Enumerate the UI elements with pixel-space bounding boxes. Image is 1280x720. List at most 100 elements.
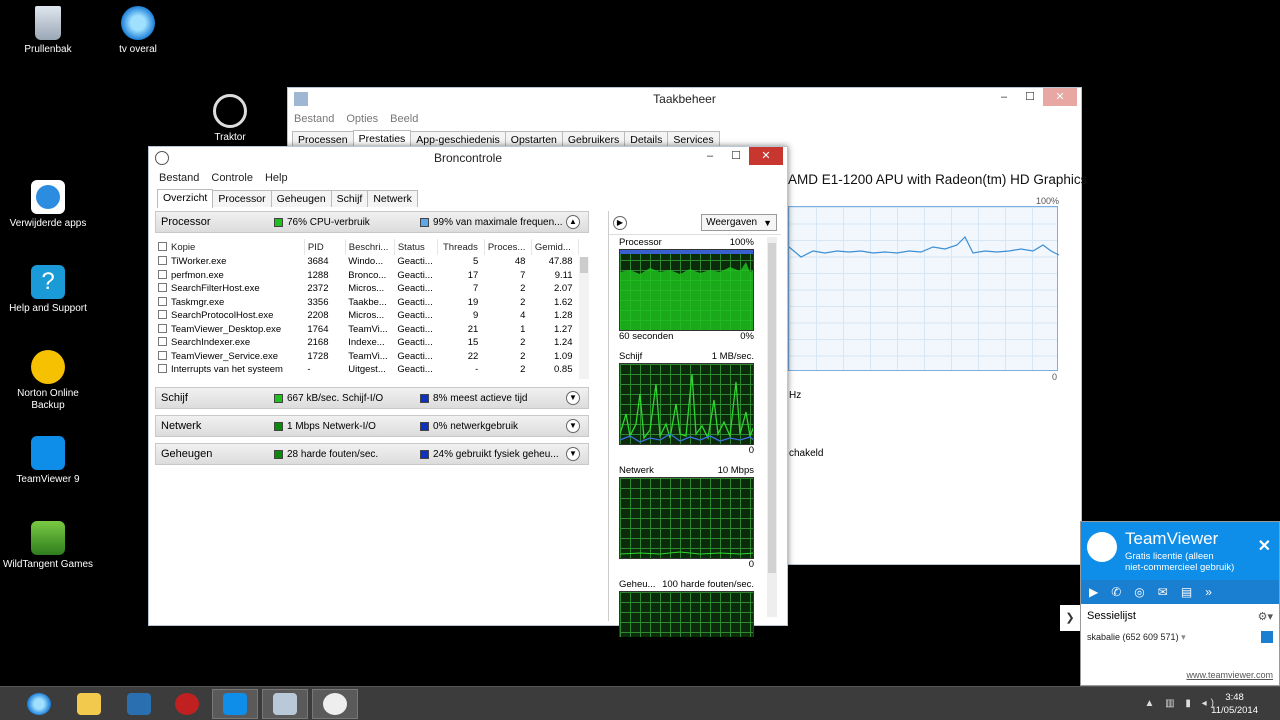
column-description[interactable]: Beschri... [345,239,395,255]
taskbar-task-manager[interactable] [262,689,308,719]
minimize-button[interactable]: – [991,88,1017,106]
desktop-icon-recycle-bin[interactable]: Prullenbak [0,6,96,56]
table-row[interactable]: perfmon.exe 1288 Bronco... Geacti... 17 7 9.11 [155,269,579,283]
table-row[interactable]: SearchProtocolHost.exe 2208 Micros... Geact… [155,309,579,323]
column-pid[interactable]: PID [304,239,346,255]
desktop-icon-removed-apps[interactable]: Verwijderde apps [0,180,96,230]
row-checkbox[interactable] [158,283,167,293]
section-schijf[interactable]: Schijf 667 kB/sec. Schijf-I/O 8% meest a… [155,387,589,409]
row-checkbox[interactable] [158,296,167,306]
teamviewer-name: TeamViewer [1125,529,1219,548]
table-row[interactable]: SearchIndexer.exe 2168 Indexe... Geacti... 1… [155,336,579,350]
table-row[interactable]: Taskmgr.exe 3356 Taakbe... Geacti... 19 2 1.62 [155,296,579,310]
tab-overzicht[interactable]: Overzicht [157,189,214,208]
menu-bestand[interactable]: Bestand [294,113,334,125]
row-checkbox[interactable] [158,350,167,360]
window-title: Taakbeheer [653,92,716,106]
description-cell: Indexe... [348,337,385,349]
collapse-chevron-up-icon[interactable]: ▲ [566,215,580,229]
gear-icon[interactable]: ⚙▾ [1258,610,1273,623]
desktop-icon-norton-backup[interactable]: Norton Online Backup [0,350,96,412]
chevron-down-icon[interactable]: ▾ [1181,632,1186,642]
menu-controle[interactable]: Controle [211,172,253,184]
teamviewer-logo-icon [1087,532,1117,562]
table-row[interactable]: TeamViewer_Desktop.exe 1764 TeamVi... Geact… [155,323,579,337]
row-checkbox[interactable] [158,310,167,320]
folder-icon [77,693,101,715]
row-checkbox[interactable] [158,364,167,374]
task-manager-titlebar[interactable]: Taakbeheer – ☐ ✕ [288,88,1081,110]
session-entry[interactable]: skabalie (652 609 571) ▾ [1081,628,1279,647]
resource-monitor-window: Broncontrole – ☐ ✕ Bestand Controle Help… [148,146,788,637]
expand-chevron-down-icon[interactable]: ▼ [566,419,580,433]
views-dropdown[interactable]: Weergaven ▼ [701,214,777,231]
network-graph [619,477,754,559]
more-icon[interactable]: » [1205,585,1212,599]
tab-processor[interactable]: Processor [212,190,272,207]
taskbar-teamviewer[interactable] [212,689,258,719]
select-all-checkbox[interactable] [158,241,167,251]
table-row[interactable]: TeamViewer_Service.exe 1728 TeamVi... Geact… [155,350,579,364]
taskbar-power-app[interactable] [164,689,210,719]
taskbar-file-explorer[interactable] [66,689,112,719]
teamviewer-panel-toggle[interactable]: ❯ [1060,605,1080,631]
taskbar-resource-monitor[interactable] [312,689,358,719]
desktop-icon-wildtangent[interactable]: WildTangent Games [0,521,96,571]
column-average-cpu[interactable]: Gemid... [531,239,580,255]
scrollbar-thumb[interactable] [768,243,776,573]
teamviewer-link[interactable]: www.teamviewer.com [1186,670,1273,680]
maximize-button[interactable]: ☐ [723,147,749,165]
expand-chevron-down-icon[interactable]: ▼ [566,447,580,461]
headset-icon[interactable]: ◎ [1134,585,1144,599]
scrollbar-thumb[interactable] [580,257,588,273]
table-row[interactable]: Interrupts van het systeem - Uitgest... Gea… [155,363,579,377]
desktop-icon-help-support[interactable]: ? Help and Support [0,265,96,315]
expand-chevron-down-icon[interactable]: ▼ [566,391,580,405]
taskbar-internet-explorer[interactable] [16,689,62,719]
collapse-panel-arrow-icon[interactable]: ▶ [613,215,627,230]
files-icon[interactable]: ▤ [1181,585,1192,599]
phone-icon[interactable]: ✆ [1111,585,1121,599]
description-cell: Micros... [348,310,385,322]
graph-foot-right: 0 [748,445,754,456]
column-cpu[interactable]: Proces... [484,239,532,255]
close-button[interactable]: ✕ [1043,88,1077,106]
table-row[interactable]: TiWorker.exe 3684 Windo... Geacti... 5 48 47.8… [155,255,579,269]
tab-geheugen[interactable]: Geheugen [270,190,332,207]
menu-opties[interactable]: Opties [346,113,378,125]
desktop-icon-teamviewer[interactable]: TeamViewer 9 [0,436,96,486]
column-status[interactable]: Status [394,239,438,255]
section-geheugen[interactable]: Geheugen 28 harde fouten/sec. 24% gebrui… [155,443,589,465]
maximize-button[interactable]: ☐ [1017,88,1043,106]
close-button[interactable]: ✕ [749,147,783,165]
row-checkbox[interactable] [158,337,167,347]
description-cell: Uitgest... [348,364,386,376]
clock[interactable]: 3:48 11/05/2014 [1211,691,1258,717]
minimize-button[interactable]: – [697,147,723,165]
desktop-icon-traktor[interactable]: Traktor [182,94,278,144]
row-checkbox[interactable] [158,256,167,266]
table-row[interactable]: SearchFilterHost.exe 2372 Micros... Geacti.… [155,282,579,296]
graph-panel-scrollbar[interactable] [767,237,777,617]
menu-beeld[interactable]: Beeld [390,113,418,125]
tab-schijf[interactable]: Schijf [330,190,369,207]
video-icon[interactable]: ▶ [1089,585,1098,599]
taskbar-app-1[interactable] [116,689,162,719]
row-checkbox[interactable] [158,269,167,279]
resource-monitor-titlebar[interactable]: Broncontrole – ☐ ✕ [149,147,787,169]
column-threads[interactable]: Threads [437,239,485,255]
section-netwerk[interactable]: Netwerk 1 Mbps Netwerk-I/O 0% netwerkgeb… [155,415,589,437]
column-kopie[interactable]: Kopie [155,239,305,255]
chat-icon[interactable]: ✉ [1158,585,1168,599]
network-io-swatch [274,421,283,431]
menu-help[interactable]: Help [265,172,288,184]
system-tray[interactable]: ▲ ▥ ▮ ◂) [1144,698,1218,709]
row-checkbox[interactable] [158,323,167,333]
process-table-scrollbar[interactable] [579,257,589,379]
tab-netwerk[interactable]: Netwerk [367,190,418,207]
desktop-icon-tv-overal[interactable]: tv overal [90,6,186,56]
section-processor[interactable]: Processor 76% CPU-verbruik 99% van maxim… [155,211,589,233]
cursor-icon[interactable] [1261,631,1273,643]
close-icon[interactable]: ✕ [1258,536,1271,556]
menu-bestand[interactable]: Bestand [159,172,199,184]
